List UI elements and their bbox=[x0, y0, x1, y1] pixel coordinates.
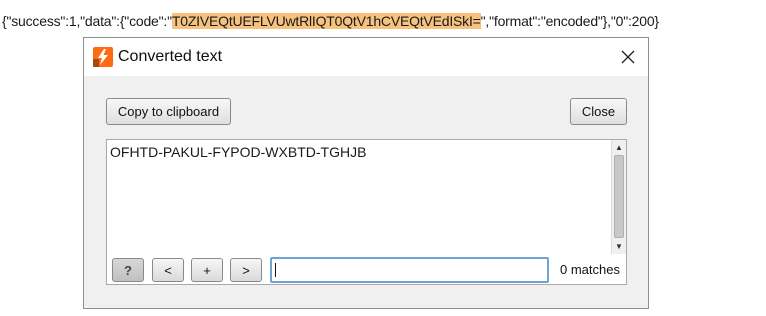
previous-match-button[interactable]: < bbox=[152, 258, 184, 282]
scrollbar-thumb[interactable] bbox=[614, 155, 624, 238]
close-button[interactable]: Close bbox=[570, 98, 627, 125]
copy-to-clipboard-button[interactable]: Copy to clipboard bbox=[106, 98, 231, 125]
dialog-title: Converted text bbox=[118, 48, 223, 65]
json-prefix: {"success":1,"data":{"code":" bbox=[2, 13, 172, 29]
add-search-button[interactable]: + bbox=[191, 258, 223, 282]
close-icon[interactable] bbox=[618, 47, 638, 67]
vertical-scrollbar[interactable]: ▲ ▼ bbox=[611, 140, 626, 254]
next-match-button[interactable]: > bbox=[230, 258, 262, 282]
json-suffix: ","format":"encoded"},"0":200} bbox=[480, 13, 659, 29]
search-input[interactable] bbox=[270, 257, 549, 283]
search-bar: ? < + > 0 matches bbox=[84, 256, 648, 284]
text-caret bbox=[275, 263, 276, 277]
match-count: 0 matches bbox=[560, 262, 620, 277]
scroll-down-arrow-icon[interactable]: ▼ bbox=[612, 240, 626, 253]
burp-suite-icon bbox=[93, 47, 113, 67]
highlighted-code[interactable]: T0ZIVEQtUEFLVUwtRlIQT0QtV1hCVEQtVEdISkI= bbox=[171, 13, 481, 29]
background-json-text: {"success":1,"data":{"code":"T0ZIVEQtUEF… bbox=[2, 11, 659, 31]
help-button[interactable]: ? bbox=[112, 258, 144, 282]
converted-text-dialog: Converted text Copy to clipboard Close O… bbox=[83, 37, 649, 309]
converted-text-value: OFHTD-PAKUL-FYPOD-WXBTD-TGHJB bbox=[110, 144, 367, 160]
dialog-titlebar: Converted text bbox=[84, 38, 648, 76]
scroll-up-arrow-icon[interactable]: ▲ bbox=[612, 141, 626, 154]
